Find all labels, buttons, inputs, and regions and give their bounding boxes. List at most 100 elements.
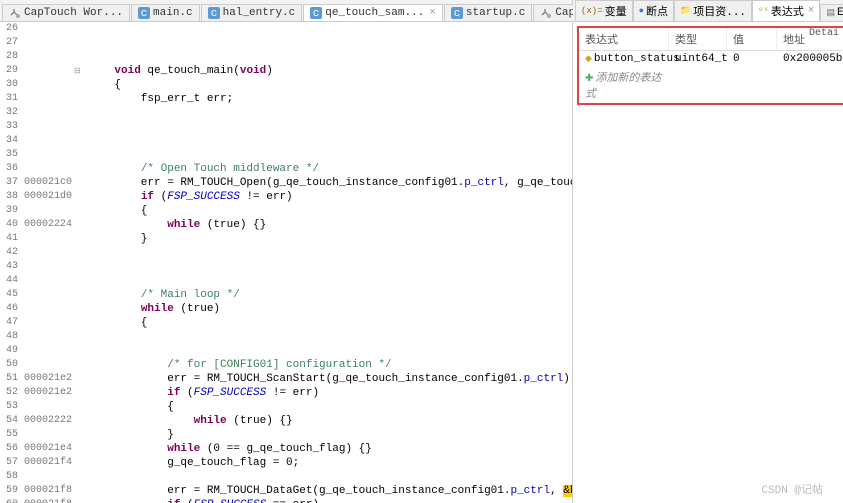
view-tab-label: 变量 <box>605 3 627 19</box>
address: 000021f8 <box>22 484 74 498</box>
address <box>22 470 74 484</box>
view-tab[interactable]: 📁项目资... <box>674 0 752 21</box>
code-line[interactable]: 48 <box>0 330 572 344</box>
code-line[interactable]: 37000021c0 err = RM_TOUCH_Open(g_qe_touc… <box>0 176 572 190</box>
code-text: { <box>88 316 147 330</box>
editor-pane: CapTouch Wor... c main.c chal_entry.c c qe_to… <box>0 0 573 503</box>
view-tab[interactable]: ᵉˣ表达式× <box>752 0 820 21</box>
view-tab[interactable]: ▤Eventp... <box>820 4 843 21</box>
code-line[interactable]: 38000021d0 if (FSP_SUCCESS != err) <box>0 190 572 204</box>
fold-marker <box>74 246 88 260</box>
code-line[interactable]: 53 { <box>0 400 572 414</box>
code-line[interactable]: 39 { <box>0 204 572 218</box>
expressions-header: 表达式 类型 值 地址 <box>579 28 843 51</box>
view-tab[interactable]: (x)=变量 <box>575 0 633 21</box>
code-line[interactable]: 32 <box>0 106 572 120</box>
code-line[interactable]: 34 <box>0 134 572 148</box>
address <box>22 22 74 36</box>
fold-marker <box>74 302 88 316</box>
code-line[interactable]: 58 <box>0 470 572 484</box>
code-line[interactable]: 4000002224 while (true) {} <box>0 218 572 232</box>
line-number: 33 <box>0 120 22 134</box>
code-area: 26272829⊟ void qe_touch_main(void)30 {31… <box>0 22 572 503</box>
code-line[interactable]: 31 fsp_err_t err; <box>0 92 572 106</box>
line-number: 52 <box>0 386 22 400</box>
col-type[interactable]: 类型 <box>669 28 727 50</box>
fold-marker <box>74 344 88 358</box>
address <box>22 64 74 78</box>
code-line[interactable]: 43 <box>0 260 572 274</box>
fold-marker <box>74 386 88 400</box>
line-number: 45 <box>0 288 22 302</box>
code-text: { <box>88 204 147 218</box>
fold-marker <box>74 232 88 246</box>
fold-marker <box>74 92 88 106</box>
code-line[interactable]: 36 /* Open Touch middleware */ <box>0 162 572 176</box>
code-line[interactable]: 60000021f8 if (FSP_SUCCESS == err) <box>0 498 572 503</box>
address <box>22 400 74 414</box>
view-tab[interactable]: ●断点 <box>633 0 674 21</box>
code-text: { <box>88 78 121 92</box>
editor-tab[interactable]: c main.c <box>131 4 200 21</box>
c-file-icon: c <box>451 7 463 19</box>
code-line[interactable]: 55 } <box>0 428 572 442</box>
address <box>22 92 74 106</box>
code-line[interactable]: 50 /* for [CONFIG01] configuration */ <box>0 358 572 372</box>
code-line[interactable]: 57000021f4 g_qe_touch_flag = 0; <box>0 456 572 470</box>
code-line[interactable]: 59000021f8 err = RM_TOUCH_DataGet(g_qe_t… <box>0 484 572 498</box>
expr-name: button_status <box>594 53 680 65</box>
code-line[interactable]: 44 <box>0 274 572 288</box>
svg-text:c: c <box>141 8 148 19</box>
code-text: while (0 == g_qe_touch_flag) {} <box>88 442 372 456</box>
add-expression-row[interactable]: ✚添加新的表达式 <box>579 67 843 103</box>
code-line[interactable]: 45 /* Main loop */ <box>0 288 572 302</box>
code-line[interactable]: 47 { <box>0 316 572 330</box>
fold-marker <box>74 372 88 386</box>
view-tab-icon: ▤ <box>826 8 835 18</box>
line-number: 38 <box>0 190 22 204</box>
code-line[interactable]: 56000021e4 while (0 == g_qe_touch_flag) … <box>0 442 572 456</box>
code-text: while (true) <box>88 302 220 316</box>
code-line[interactable]: 29⊟ void qe_touch_main(void) <box>0 64 572 78</box>
tab-label: qe_touch_sam... <box>325 7 424 19</box>
editor-tab[interactable]: cqe_touch_sam...× <box>303 4 443 21</box>
code-line[interactable]: 52000021e2 if (FSP_SUCCESS != err) <box>0 386 572 400</box>
code-line[interactable]: 51000021e2 err = RM_TOUCH_ScanStart(g_qe… <box>0 372 572 386</box>
address <box>22 232 74 246</box>
code-line[interactable]: 27 <box>0 36 572 50</box>
code-line[interactable]: 46 while (true) <box>0 302 572 316</box>
address <box>22 78 74 92</box>
code-text: /* Main loop */ <box>88 288 240 302</box>
code-text: if (FSP_SUCCESS != err) <box>88 386 319 400</box>
expression-row[interactable]: ◆button_statusuint64_t00x200005b8 <box>579 51 843 67</box>
editor-tab[interactable]: CapTouch Wor... <box>2 4 130 21</box>
expr-type: uint64_t <box>669 52 727 66</box>
line-number: 46 <box>0 302 22 316</box>
code-line[interactable]: 28 <box>0 50 572 64</box>
line-number: 40 <box>0 218 22 232</box>
code-line[interactable]: 5400002222 while (true) {} <box>0 414 572 428</box>
close-icon[interactable]: × <box>429 7 436 19</box>
code-line[interactable]: 33 <box>0 120 572 134</box>
line-number: 51 <box>0 372 22 386</box>
code-gutter[interactable]: 26272829⊟ void qe_touch_main(void)30 {31… <box>0 22 572 503</box>
code-line[interactable]: 41 } <box>0 232 572 246</box>
code-line[interactable]: 26 <box>0 22 572 36</box>
col-value[interactable]: 值 <box>727 28 777 50</box>
editor-tab[interactable]: cstartup.c <box>444 4 532 21</box>
code-text: if (FSP_SUCCESS == err) <box>88 498 319 503</box>
col-expression[interactable]: 表达式 <box>579 28 669 50</box>
line-number: 50 <box>0 358 22 372</box>
fold-marker <box>74 22 88 36</box>
tab-label: main.c <box>153 7 193 19</box>
close-icon[interactable]: × <box>808 5 815 17</box>
code-text: /* for [CONFIG01] configuration */ <box>88 358 392 372</box>
fold-marker <box>74 204 88 218</box>
code-line[interactable]: 42 <box>0 246 572 260</box>
code-line[interactable]: 49 <box>0 344 572 358</box>
code-line[interactable]: 30 { <box>0 78 572 92</box>
code-line[interactable]: 35 <box>0 148 572 162</box>
editor-tab[interactable]: chal_entry.c <box>201 4 303 21</box>
address: 000021f8 <box>22 498 74 503</box>
fold-marker[interactable]: ⊟ <box>74 64 88 78</box>
